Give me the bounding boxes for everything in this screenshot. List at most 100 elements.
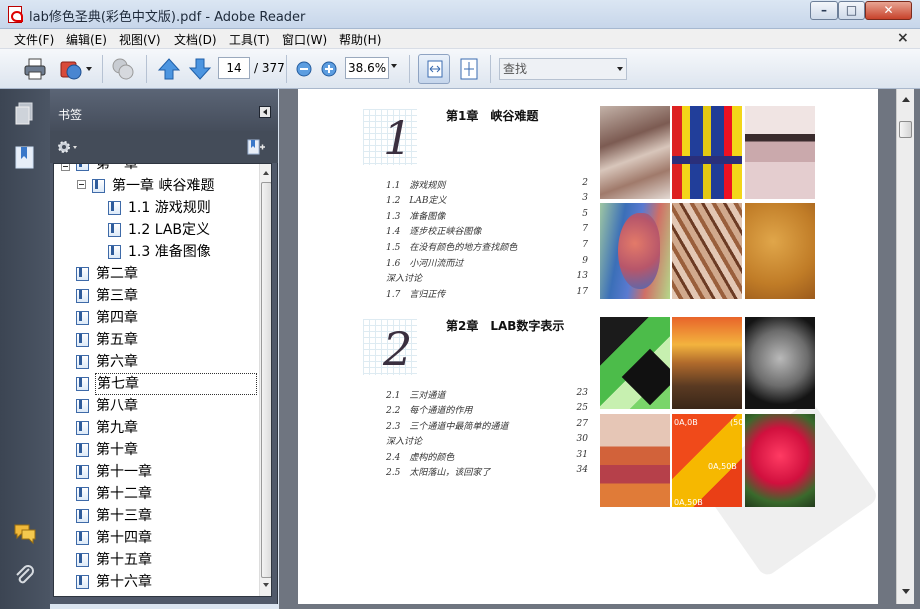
bookmark-icon [76, 443, 89, 457]
photo-rock-texture [672, 203, 742, 299]
close-button[interactable]: ✕ [865, 1, 912, 20]
photo-canyon-rocks [600, 106, 670, 199]
minimize-icon: – [821, 3, 827, 17]
title-bar: lab修色圣典(彩色中文版).pdf - Adobe Reader – □ ✕ [0, 0, 920, 29]
toc-page: 17 [576, 287, 588, 297]
menu-file[interactable]: 文件(F) [14, 31, 54, 48]
chevron-down-icon[interactable] [86, 67, 92, 71]
scroll-up-icon[interactable] [263, 171, 269, 175]
pages-panel-icon[interactable] [13, 101, 37, 127]
bookmark-icon [108, 245, 121, 259]
comments-icon[interactable] [13, 521, 37, 547]
toc-entry: 1.2 LAB定义 [386, 196, 447, 206]
menu-edit[interactable]: 编辑(E) [66, 31, 107, 48]
photo-color-swatch: 0A,0B (50 0A,50B 0A,50B [672, 414, 742, 507]
collapse-toggle[interactable] [77, 180, 86, 189]
fit-page-icon[interactable] [456, 56, 482, 82]
bookmark-icon [76, 575, 89, 589]
toc-page: 13 [576, 271, 588, 281]
toc-entry: 1.7 言归正传 [386, 290, 446, 300]
zoom-dropdown-icon[interactable] [391, 64, 397, 68]
bookmark-icon [76, 377, 89, 391]
toc-entry: 2.1 三对通道 [386, 391, 446, 401]
next-page-icon[interactable] [187, 56, 213, 82]
bookmark-chapter-7[interactable]: 第七章 [76, 373, 257, 395]
bookmark-icon [92, 179, 105, 193]
scroll-thumb[interactable] [899, 121, 912, 138]
search-dropdown-icon[interactable] [617, 67, 623, 71]
toc-entry: 1.4 逐步校正峡谷图像 [386, 227, 482, 237]
photo-color-bars [672, 106, 742, 199]
toc-entry: 1.3 准备图像 [386, 212, 446, 222]
toc-page: 31 [576, 450, 588, 460]
zoom-level-input[interactable]: 38.6% [345, 57, 389, 79]
minimize-button[interactable]: – [810, 1, 838, 20]
photo-channels [600, 317, 670, 409]
caption-label: 0A,0B [674, 418, 698, 427]
caption-label: 0A,50B [708, 462, 737, 471]
toc-page: 23 [576, 388, 588, 398]
toc-entry: 深入讨论 [386, 274, 423, 284]
scroll-down-icon[interactable] [902, 589, 910, 594]
collapse-panel-button[interactable] [259, 106, 271, 118]
chapter-2-title: 第2章 LAB数字表示 [446, 319, 565, 333]
maximize-button[interactable]: □ [838, 1, 865, 20]
gear-icon[interactable] [56, 139, 78, 155]
toc-page: 2 [582, 178, 588, 188]
bookmarks-panel: 书签 第一章 第一章 峡谷难题 1.1 游戏规则 1.2 LAB定义 1.3 准… [50, 89, 278, 604]
bookmarks-scrollbar[interactable] [259, 164, 271, 596]
menu-bar: 文件(F) 编辑(E) 视图(V) 文档(D) 工具(T) 窗口(W) 帮助(H… [0, 29, 920, 49]
email-share-icon[interactable] [58, 56, 84, 82]
photo-sunset [672, 317, 742, 409]
collaborate-icon[interactable] [110, 56, 136, 82]
fit-width-button[interactable] [418, 54, 450, 84]
page-number-input[interactable]: 14 [218, 57, 250, 79]
bookmark-icon [76, 267, 89, 281]
menu-window[interactable]: 窗口(W) [282, 31, 327, 48]
close-document-button[interactable]: × [897, 30, 909, 46]
bookmark-icon [76, 509, 89, 523]
toc-entry: 1.5 在没有颜色的地方查找颜色 [386, 243, 518, 253]
bookmark-icon [108, 223, 121, 237]
chapter-1-number: 1 [383, 111, 413, 165]
attachments-icon[interactable] [13, 563, 37, 589]
toc-page: 3 [582, 193, 588, 203]
bookmarks-panel-icon[interactable] [13, 145, 37, 171]
new-bookmark-icon[interactable] [246, 139, 266, 155]
menu-help[interactable]: 帮助(H) [339, 31, 381, 48]
toc-page: 27 [576, 419, 588, 429]
bookmark-icon [76, 355, 89, 369]
menu-view[interactable]: 视图(V) [119, 31, 161, 48]
document-scrollbar[interactable] [896, 89, 914, 604]
bookmark-icon [76, 333, 89, 347]
document-viewport: 1 第1章 峡谷难题 1.1 游戏规则 2 1.2 LAB定义 3 1.3 准备… [279, 89, 920, 609]
zoom-in-icon[interactable] [321, 61, 337, 77]
fit-width-icon [427, 60, 443, 78]
bookmarks-toolbar [50, 131, 278, 163]
bookmark-icon [76, 553, 89, 567]
bookmark-icon [76, 399, 89, 413]
menu-tools[interactable]: 工具(T) [229, 31, 270, 48]
photo-flowers-field [600, 414, 670, 507]
pdf-page: 1 第1章 峡谷难题 1.1 游戏规则 2 1.2 LAB定义 3 1.3 准备… [298, 89, 880, 604]
scroll-thumb[interactable] [261, 182, 271, 578]
toc-page: 9 [582, 256, 588, 266]
maximize-icon: □ [845, 3, 858, 17]
previous-page-icon[interactable] [156, 56, 182, 82]
scroll-down-icon[interactable] [263, 583, 269, 587]
toc-page: 30 [576, 434, 588, 444]
page-count: / 377 [254, 61, 285, 75]
chapter-2-number: 2 [383, 322, 413, 376]
toc-entry: 2.3 三个通道中最简单的通道 [386, 422, 509, 432]
search-input[interactable]: 查找 [499, 58, 627, 80]
bookmark-icon [76, 531, 89, 545]
scroll-up-icon[interactable] [902, 97, 910, 102]
toc-entry: 2.2 每个通道的作用 [386, 406, 473, 416]
menu-document[interactable]: 文档(D) [174, 31, 217, 48]
zoom-out-icon[interactable] [296, 61, 312, 77]
bookmark-icon [76, 421, 89, 435]
toolbar: 14 / 377 38.6% 查找 [0, 49, 920, 89]
print-icon[interactable] [22, 56, 48, 82]
navigation-rail [0, 89, 50, 609]
collapse-toggle[interactable] [61, 164, 70, 171]
